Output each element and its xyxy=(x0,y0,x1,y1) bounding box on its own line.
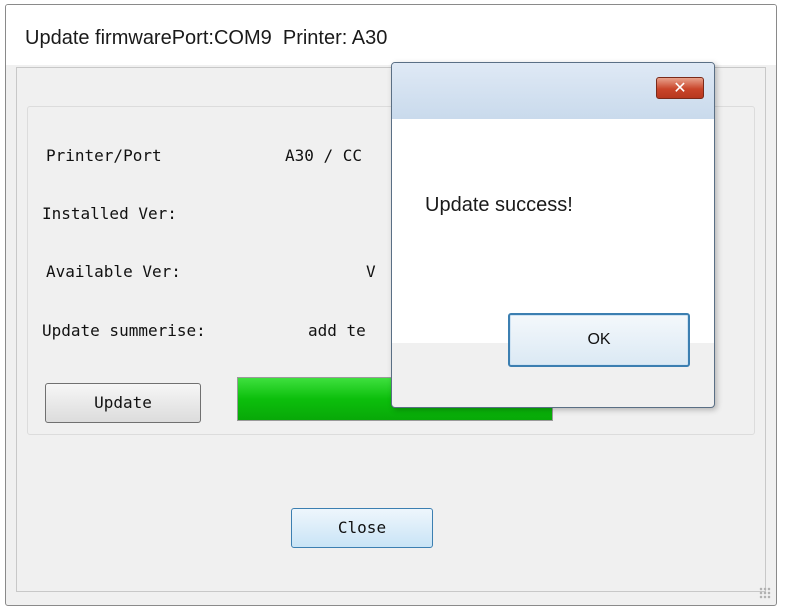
available-version-label: Available Ver: xyxy=(46,262,181,281)
message-dialog: ✕ Update success! OK xyxy=(391,62,715,408)
available-version-value: V xyxy=(366,262,376,281)
dialog-body: Update success! xyxy=(392,119,714,343)
installed-version-label: Installed Ver: xyxy=(42,204,177,223)
dialog-title-bar[interactable]: ✕ xyxy=(392,63,714,120)
printer-port-value: A30 / CC xyxy=(285,146,363,165)
printer-port-label: Printer/Port xyxy=(46,146,162,165)
title-bar[interactable]: Update firmwarePort:COM9 Printer: A30 xyxy=(6,5,776,65)
window-title: Update firmwarePort:COM9 Printer: A30 xyxy=(25,27,388,49)
resize-grip-icon[interactable] xyxy=(759,587,771,599)
update-button[interactable]: Update xyxy=(45,383,201,423)
dialog-message: Update success! xyxy=(425,194,573,216)
dialog-close-button[interactable]: ✕ xyxy=(656,77,704,99)
update-summary-label: Update summerise: xyxy=(42,321,206,340)
close-button[interactable]: Close xyxy=(291,508,433,548)
ok-button[interactable]: OK xyxy=(508,313,690,367)
update-summary-value: add te xyxy=(308,321,366,340)
